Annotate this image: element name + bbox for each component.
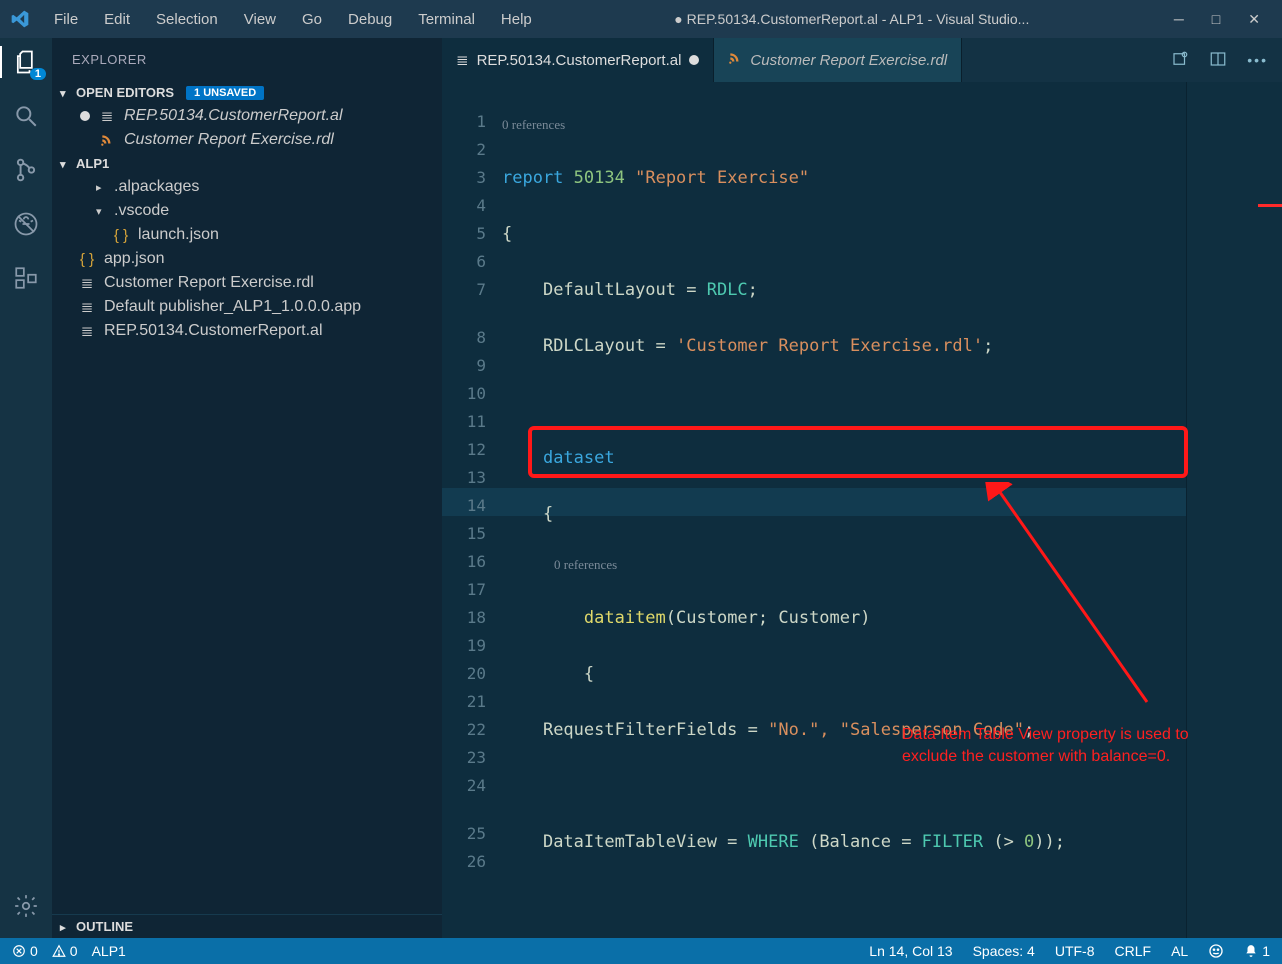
activity-bar: 1 [0, 38, 52, 938]
feedback-icon[interactable] [1208, 943, 1224, 959]
sidebar-title: EXPLORER [52, 38, 442, 81]
file-row[interactable]: ≣ Default publisher_ALP1_1.0.0.0.app [52, 295, 442, 319]
file-row[interactable]: ≣ Customer Report Exercise.rdl [52, 271, 442, 295]
chevron-down-icon [60, 85, 70, 100]
tab-label: Customer Report Exercise.rdl [750, 52, 947, 69]
file-icon: ≣ [456, 51, 469, 69]
menu-go[interactable]: Go [290, 7, 334, 32]
editor-area: ≣ REP.50134.CustomerReport.al Customer R… [442, 38, 1282, 938]
chevron-down-icon [60, 156, 70, 171]
tab-current-file[interactable]: ≣ REP.50134.CustomerReport.al [442, 38, 714, 82]
status-warnings[interactable]: 0 [52, 943, 78, 959]
minimap[interactable] [1186, 82, 1282, 938]
tab-rdl-file[interactable]: Customer Report Exercise.rdl [714, 38, 962, 82]
file-label: REP.50134.CustomerReport.al [104, 322, 323, 340]
unsaved-badge: 1 UNSAVED [186, 86, 264, 100]
chevron-right-icon [60, 919, 70, 934]
outline-label: OUTLINE [76, 919, 133, 934]
split-editor-icon[interactable] [1209, 50, 1227, 71]
code-content[interactable]: 0 references report 50134 "Report Exerci… [502, 82, 1186, 938]
file-icon: ≣ [78, 274, 96, 292]
folder-row[interactable]: ▾ .vscode [52, 199, 442, 223]
file-row[interactable]: { } app.json [52, 247, 442, 271]
open-editor-label: REP.50134.CustomerReport.al [124, 107, 343, 125]
folder-row[interactable]: ▸ .alpackages [52, 175, 442, 199]
folder-label: .alpackages [114, 178, 199, 196]
open-editor-label: Customer Report Exercise.rdl [124, 131, 334, 149]
explorer-icon[interactable]: 1 [10, 46, 42, 78]
tab-actions: ••• [1157, 38, 1282, 82]
maximize-icon[interactable]: □ [1212, 11, 1220, 28]
settings-icon[interactable] [10, 890, 42, 922]
more-icon[interactable]: ••• [1247, 52, 1268, 68]
status-encoding[interactable]: UTF-8 [1055, 943, 1095, 959]
open-editor-item[interactable]: Customer Report Exercise.rdl [52, 128, 442, 152]
source-control-icon[interactable] [10, 154, 42, 186]
title-bar: File Edit Selection View Go Debug Termin… [0, 0, 1282, 38]
status-errors[interactable]: 0 [12, 943, 38, 959]
outline-header[interactable]: OUTLINE [52, 914, 442, 938]
window-controls: ─ □ ✕ [1160, 11, 1274, 28]
file-label: Customer Report Exercise.rdl [104, 274, 314, 292]
close-icon[interactable]: ✕ [1248, 11, 1260, 28]
rdl-icon [98, 133, 116, 147]
file-row[interactable]: ≣ REP.50134.CustomerReport.al [52, 319, 442, 343]
file-icon: ≣ [78, 298, 96, 316]
explorer-badge: 1 [30, 68, 46, 80]
project-label: ALP1 [76, 156, 109, 171]
status-bar: 0 0 ALP1 Ln 14, Col 13 Spaces: 4 UTF-8 C… [0, 938, 1282, 964]
status-spaces[interactable]: Spaces: 4 [973, 943, 1035, 959]
menu-help[interactable]: Help [489, 7, 544, 32]
tab-label: REP.50134.CustomerReport.al [477, 52, 682, 69]
codelens[interactable]: 0 references [502, 556, 1186, 576]
menu-view[interactable]: View [232, 7, 288, 32]
chevron-right-icon: ▸ [96, 181, 106, 194]
vscode-logo-icon [8, 7, 32, 31]
menu-debug[interactable]: Debug [336, 7, 404, 32]
menu-edit[interactable]: Edit [92, 7, 142, 32]
debug-icon[interactable] [10, 208, 42, 240]
search-icon[interactable] [10, 100, 42, 132]
file-label: Default publisher_ALP1_1.0.0.0.app [104, 298, 361, 316]
minimize-icon[interactable]: ─ [1174, 11, 1184, 28]
menu-bar: File Edit Selection View Go Debug Termin… [42, 7, 544, 32]
json-icon: { } [112, 227, 130, 244]
extensions-icon[interactable] [10, 262, 42, 294]
open-editors-header[interactable]: OPEN EDITORS 1 UNSAVED [52, 81, 442, 104]
menu-terminal[interactable]: Terminal [406, 7, 487, 32]
compare-icon[interactable] [1171, 50, 1189, 71]
file-icon: ≣ [98, 107, 116, 125]
menu-selection[interactable]: Selection [144, 7, 230, 32]
window-title: ● REP.50134.CustomerReport.al - ALP1 - V… [544, 11, 1160, 27]
status-eol[interactable]: CRLF [1115, 943, 1152, 959]
status-cursor[interactable]: Ln 14, Col 13 [869, 943, 952, 959]
file-icon: ≣ [78, 322, 96, 340]
tabs: ≣ REP.50134.CustomerReport.al Customer R… [442, 38, 1282, 82]
dirty-dot-icon [80, 111, 90, 121]
menu-file[interactable]: File [42, 7, 90, 32]
project-header[interactable]: ALP1 [52, 152, 442, 175]
dirty-dot-icon [689, 55, 699, 65]
file-label: app.json [104, 250, 165, 268]
file-label: launch.json [138, 226, 219, 244]
sidebar: EXPLORER OPEN EDITORS 1 UNSAVED ≣ REP.50… [52, 38, 442, 938]
json-icon: { } [78, 251, 96, 268]
chevron-down-icon: ▾ [96, 205, 106, 218]
folder-label: .vscode [114, 202, 169, 220]
open-editors-label: OPEN EDITORS [76, 85, 174, 100]
open-editor-item[interactable]: ≣ REP.50134.CustomerReport.al [52, 104, 442, 128]
status-project[interactable]: ALP1 [92, 943, 126, 959]
editor-body[interactable]: 1234567 89101112131415161718192021222324… [442, 82, 1282, 938]
file-row[interactable]: { } launch.json [52, 223, 442, 247]
notifications-icon[interactable]: 1 [1244, 943, 1270, 959]
status-lang[interactable]: AL [1171, 943, 1188, 959]
rdl-icon [728, 51, 742, 69]
codelens[interactable]: 0 references [502, 116, 1186, 136]
